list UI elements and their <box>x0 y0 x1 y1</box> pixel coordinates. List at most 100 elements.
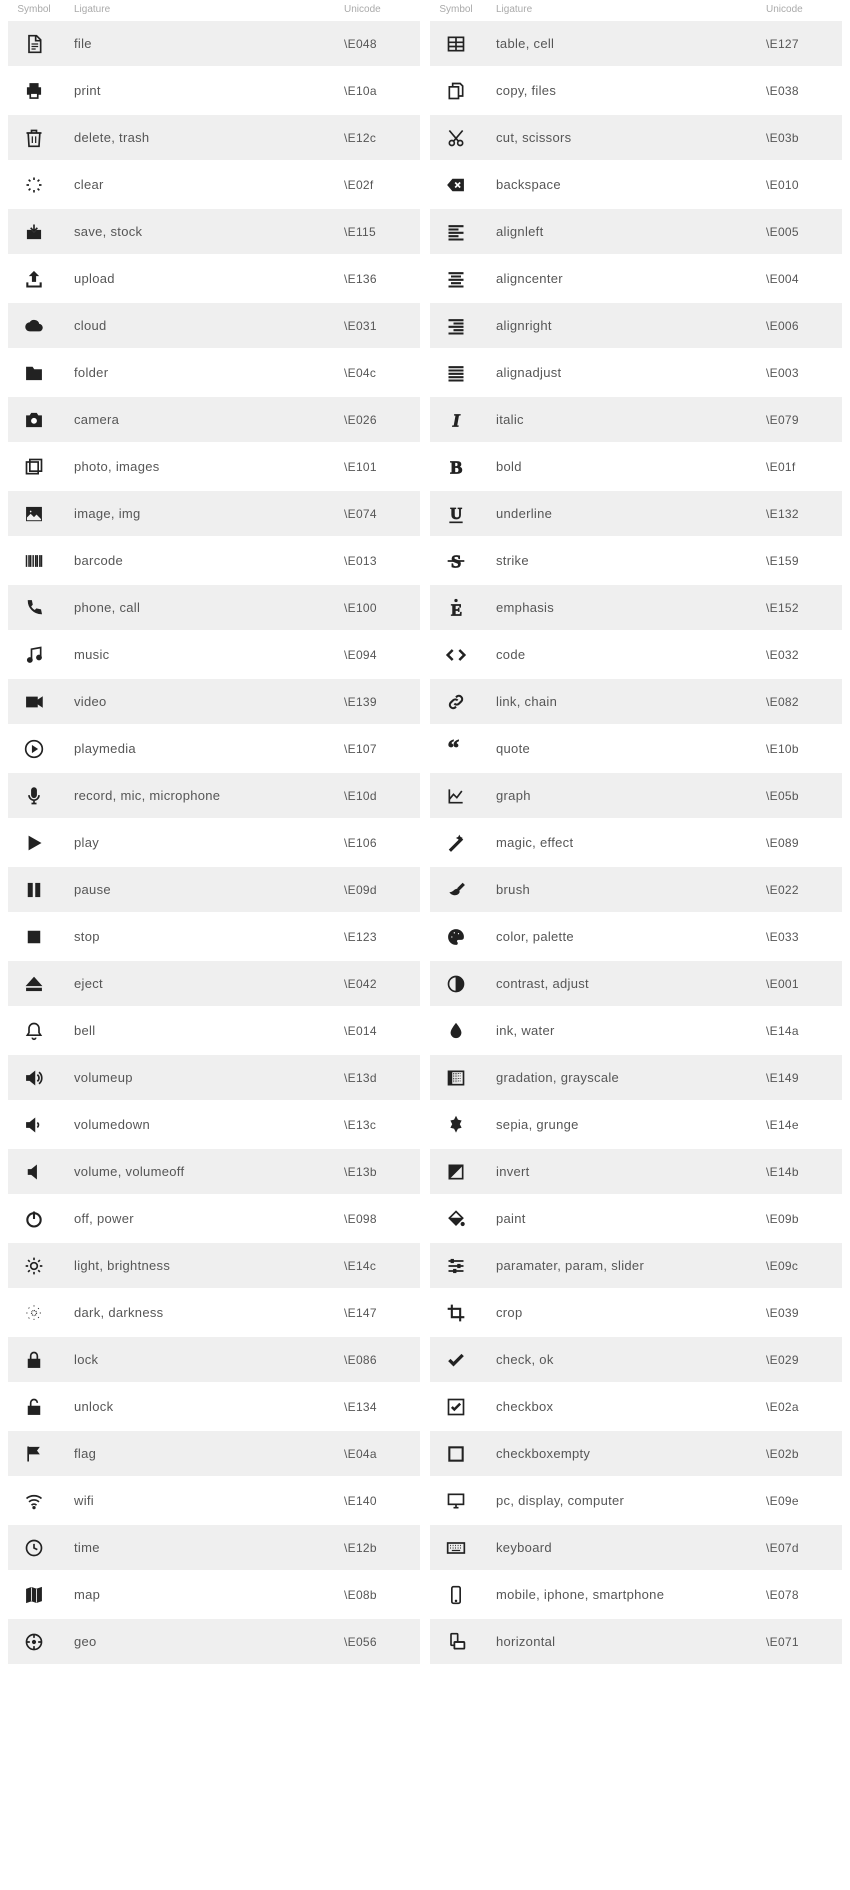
icon-row: playmedia\E107 <box>8 726 420 771</box>
icon-row: crop\E039 <box>430 1290 842 1335</box>
ligature-text: keyboard <box>482 1540 766 1555</box>
icon-row: emphasis\E152 <box>430 585 842 630</box>
unicode-text: \E08b <box>344 1588 420 1602</box>
icon-row: alignleft\E005 <box>430 209 842 254</box>
unicode-text: \E078 <box>766 1588 842 1602</box>
play-icon <box>8 833 60 853</box>
unicode-text: \E026 <box>344 413 420 427</box>
playmedia-icon <box>8 739 60 759</box>
unicode-text: \E032 <box>766 648 842 662</box>
unlock-icon <box>8 1397 60 1417</box>
ligature-text: ink, water <box>482 1023 766 1038</box>
video-icon <box>8 692 60 712</box>
ink-icon <box>430 1021 482 1041</box>
ligature-text: light, brightness <box>60 1258 344 1273</box>
ligature-text: eject <box>60 976 344 991</box>
icon-row: print\E10a <box>8 68 420 113</box>
brightness-icon <box>8 1256 60 1276</box>
ligature-text: folder <box>60 365 344 380</box>
invert-icon <box>430 1162 482 1182</box>
ligature-text: music <box>60 647 344 662</box>
alignleft-icon <box>430 222 482 242</box>
icon-row: italic\E079 <box>430 397 842 442</box>
icon-row: camera\E026 <box>8 397 420 442</box>
ligature-text: sepia, grunge <box>482 1117 766 1132</box>
ligature-text: stop <box>60 929 344 944</box>
ligature-text: pause <box>60 882 344 897</box>
ligature-text: volumeup <box>60 1070 344 1085</box>
icon-row: mobile, iphone, smartphone\E078 <box>430 1572 842 1617</box>
icon-row: eject\E042 <box>8 961 420 1006</box>
unicode-text: \E140 <box>344 1494 420 1508</box>
ligature-text: crop <box>482 1305 766 1320</box>
unicode-text: \E152 <box>766 601 842 615</box>
right-column: Symbol Ligature Unicode table, cell\E127… <box>430 0 842 1664</box>
ligature-text: camera <box>60 412 344 427</box>
icon-row: alignadjust\E003 <box>430 350 842 395</box>
ligature-text: geo <box>60 1634 344 1649</box>
dark-icon <box>8 1303 60 1323</box>
unicode-text: \E106 <box>344 836 420 850</box>
icon-row: bell\E014 <box>8 1008 420 1053</box>
icon-row: brush\E022 <box>430 867 842 912</box>
mic-icon <box>8 786 60 806</box>
unicode-text: \E04a <box>344 1447 420 1461</box>
icon-row: wifi\E140 <box>8 1478 420 1523</box>
check-icon <box>430 1350 482 1370</box>
unicode-text: \E074 <box>344 507 420 521</box>
icon-row: alignright\E006 <box>430 303 842 348</box>
unicode-text: \E139 <box>344 695 420 709</box>
emphasis-icon <box>430 598 482 618</box>
ligature-text: unlock <box>60 1399 344 1414</box>
strike-icon <box>430 551 482 571</box>
file-icon <box>8 34 60 54</box>
icon-row: paint\E09b <box>430 1196 842 1241</box>
volumedown-icon <box>8 1115 60 1135</box>
horizontal-icon <box>430 1632 482 1652</box>
icon-row: flag\E04a <box>8 1431 420 1476</box>
icon-row: dark, darkness\E147 <box>8 1290 420 1335</box>
unicode-text: \E09c <box>766 1259 842 1273</box>
icon-row: volumeup\E13d <box>8 1055 420 1100</box>
upload-icon <box>8 269 60 289</box>
icon-row: paramater, param, slider\E09c <box>430 1243 842 1288</box>
icon-row: map\E08b <box>8 1572 420 1617</box>
unicode-text: \E147 <box>344 1306 420 1320</box>
icon-row: volumedown\E13c <box>8 1102 420 1147</box>
icon-row: photo, images\E101 <box>8 444 420 489</box>
ligature-text: pc, display, computer <box>482 1493 766 1508</box>
volumeup-icon <box>8 1068 60 1088</box>
unicode-text: \E098 <box>344 1212 420 1226</box>
camera-icon <box>8 410 60 430</box>
icon-row: aligncenter\E004 <box>430 256 842 301</box>
column-headers: Symbol Ligature Unicode <box>8 0 420 21</box>
unicode-text: \E136 <box>344 272 420 286</box>
power-icon <box>8 1209 60 1229</box>
icon-row: gradation, grayscale\E149 <box>430 1055 842 1100</box>
ligature-text: alignright <box>482 318 766 333</box>
unicode-text: \E159 <box>766 554 842 568</box>
ligature-text: bold <box>482 459 766 474</box>
icon-row: cut, scissors\E03b <box>430 115 842 160</box>
icon-row: music\E094 <box>8 632 420 677</box>
unicode-text: \E10a <box>344 84 420 98</box>
ligature-text: paramater, param, slider <box>482 1258 766 1273</box>
icon-row: strike\E159 <box>430 538 842 583</box>
music-icon <box>8 645 60 665</box>
unicode-text: \E101 <box>344 460 420 474</box>
paint-icon <box>430 1209 482 1229</box>
ligature-text: check, ok <box>482 1352 766 1367</box>
unicode-text: \E100 <box>344 601 420 615</box>
ligature-text: cut, scissors <box>482 130 766 145</box>
keyboard-icon <box>430 1538 482 1558</box>
ligature-text: clear <box>60 177 344 192</box>
cloud-icon <box>8 316 60 336</box>
ligature-text: italic <box>482 412 766 427</box>
icon-row: save, stock\E115 <box>8 209 420 254</box>
unicode-text: \E031 <box>344 319 420 333</box>
volumeoff-icon <box>8 1162 60 1182</box>
icon-row: color, palette\E033 <box>430 914 842 959</box>
unicode-text: \E07d <box>766 1541 842 1555</box>
ligature-text: aligncenter <box>482 271 766 286</box>
unicode-text: \E04c <box>344 366 420 380</box>
